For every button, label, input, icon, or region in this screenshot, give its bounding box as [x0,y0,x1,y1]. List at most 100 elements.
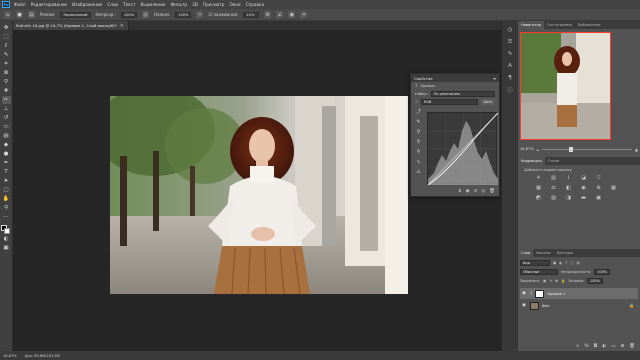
channel-mixer-icon[interactable]: ⊕ [594,184,603,191]
smoothing-field[interactable]: 10% [243,11,260,18]
view-previous-icon[interactable]: ◉ [466,189,470,194]
history-brush-tool-icon[interactable]: ↺ [2,114,11,122]
channel-select[interactable]: RGB [421,99,478,105]
filter-smart-icon[interactable]: ▤ [576,261,579,265]
tab-histogram[interactable]: Гистограмма [544,21,575,29]
dodge-tool-icon[interactable]: ● [2,150,11,158]
close-icon[interactable]: × [120,23,124,29]
tab-styles[interactable]: Стили [545,157,563,165]
color-lookup-icon[interactable]: ▦ [609,184,618,191]
layer-style-icon[interactable]: fx [584,344,588,349]
move-tool-icon[interactable]: ✥ [2,24,11,32]
frame-tool-icon[interactable]: ⊠ [2,69,11,77]
layer-mask-thumbnail[interactable] [535,289,545,298]
clipping-warning-icon[interactable]: ⚠ [415,168,422,175]
layer-kind-filter[interactable]: Вид [520,260,550,266]
brush-preset-icon[interactable]: ● [16,11,23,18]
healing-tool-icon[interactable]: ✚ [2,87,11,95]
photoshop-logo[interactable]: Ps [2,1,10,8]
add-mask-icon[interactable]: ◘ [594,344,598,349]
black-point-eyedropper-icon[interactable]: ⚲ [415,128,422,135]
menu-type[interactable]: Текст [123,2,135,7]
properties-panel-header[interactable]: Свойства ≡ [411,74,499,82]
opacity-field[interactable]: 100% [120,11,138,18]
filter-type-icon[interactable]: T [565,261,567,265]
tab-paths[interactable]: Контуры [554,249,576,257]
brush-tool-icon[interactable]: ✏ [1,96,11,104]
marquee-tool-icon[interactable]: ⬚ [2,33,11,41]
eraser-tool-icon[interactable]: ▭ [2,123,11,131]
zoom-tool-icon[interactable]: ⚲ [2,204,11,212]
menu-3d[interactable]: 3D [192,2,198,7]
more-tools-icon[interactable]: ⋯ [2,213,11,221]
document-tab[interactable]: Rothirth 16.jpg @ 16,7% (Кривые 1, Слой-… [13,21,129,30]
menu-edit[interactable]: Редактирование [31,2,68,7]
brush-panel-icon[interactable]: ✎ [505,49,515,58]
layer-name[interactable]: Фон [542,304,550,308]
menu-window[interactable]: Окно [229,2,240,7]
curves-icon[interactable]: ⌇ [564,174,573,181]
filter-shape-icon[interactable]: ▢ [570,261,573,265]
menu-image[interactable]: Изображение [72,2,102,7]
crop-tool-icon[interactable]: ⌗ [2,60,11,68]
tab-layers[interactable]: Слои [518,249,534,257]
tab-channels[interactable]: Каналы [533,249,553,257]
point-mode-icon[interactable]: ⤴ [415,108,422,115]
shape-tool-icon[interactable]: ▢ [2,186,11,194]
paragraph-panel-icon[interactable]: ¶ [505,73,515,82]
auto-button[interactable]: Авто [480,99,495,105]
zoom-out-icon[interactable]: ▴ [537,147,539,152]
reset-icon[interactable]: ↺ [474,189,478,194]
document-image[interactable] [110,96,408,294]
smooth-curve-icon[interactable]: ∿ [415,158,422,165]
selective-color-icon[interactable]: ▣ [594,194,603,201]
menu-select[interactable]: Выделение [141,2,166,7]
vibrance-icon[interactable]: ▽ [594,174,603,181]
lock-pixels-icon[interactable]: ✎ [549,279,552,283]
menu-help[interactable]: Справка [246,2,264,7]
hue-saturation-icon[interactable]: ▦ [534,184,543,191]
visibility-icon[interactable]: ◎ [481,189,485,194]
pressure-size-icon[interactable]: ◉ [288,11,296,18]
home-icon[interactable]: ⌂ [4,11,11,18]
layer-opacity-field[interactable]: 100% [594,269,611,275]
delete-icon[interactable]: 🗑 [489,189,495,194]
lock-position-icon[interactable]: ✥ [555,279,558,283]
hand-tool-icon[interactable]: ✋ [2,195,11,203]
gradient-tool-icon[interactable]: ▤ [2,132,11,140]
zoom-slider-knob[interactable] [568,146,573,152]
posterize-icon[interactable]: ▨ [549,194,558,201]
quick-select-tool-icon[interactable]: ✎ [2,51,11,59]
lasso-tool-icon[interactable]: ℓ [2,42,11,50]
angle-icon[interactable]: ∠ [276,11,284,18]
tab-adjustments[interactable]: Коррекция [518,157,545,165]
gear-icon[interactable]: ⚙ [264,11,272,18]
tab-navigator[interactable]: Навигатор [518,21,545,29]
layer-name[interactable]: Кривые 1 [547,292,565,296]
status-zoom[interactable]: 16,67% [3,354,17,358]
pencil-mode-icon[interactable]: ✎ [415,118,422,125]
visibility-eye-icon[interactable]: ◉ [522,291,527,296]
link-layers-icon[interactable]: ∞ [576,344,580,349]
brush-settings-icon[interactable]: ▤ [28,11,35,18]
brightness-contrast-icon[interactable]: ☀ [534,174,543,181]
info-panel-icon[interactable]: ⓘ [505,85,515,94]
color-balance-icon[interactable]: ⚖ [549,184,558,191]
menu-layers[interactable]: Слои [107,2,118,7]
panel-menu-icon[interactable]: ≡ [493,76,496,81]
layer-thumbnail[interactable] [530,301,539,310]
mode-select[interactable]: Нормальный [60,11,91,18]
type-tool-icon[interactable]: T [2,168,11,176]
blur-tool-icon[interactable]: ◆ [2,141,11,149]
new-layer-icon[interactable]: ⊞ [621,344,625,349]
new-adjustment-icon[interactable]: ◐ [602,344,606,349]
white-point-eyedropper-icon[interactable]: ⚲ [415,148,422,155]
flow-field[interactable]: 100% [175,11,192,18]
tab-libraries[interactable]: Библиотеки [575,21,604,29]
invert-icon[interactable]: ◩ [534,194,543,201]
gradient-map-icon[interactable]: ▬ [579,194,588,201]
pressure-opacity-icon[interactable]: ◎ [142,11,150,18]
navigator-zoom-slider[interactable] [541,146,632,152]
pen-tool-icon[interactable]: ✒ [2,159,11,167]
navigator-zoom-value[interactable]: 16,67% [520,147,534,151]
